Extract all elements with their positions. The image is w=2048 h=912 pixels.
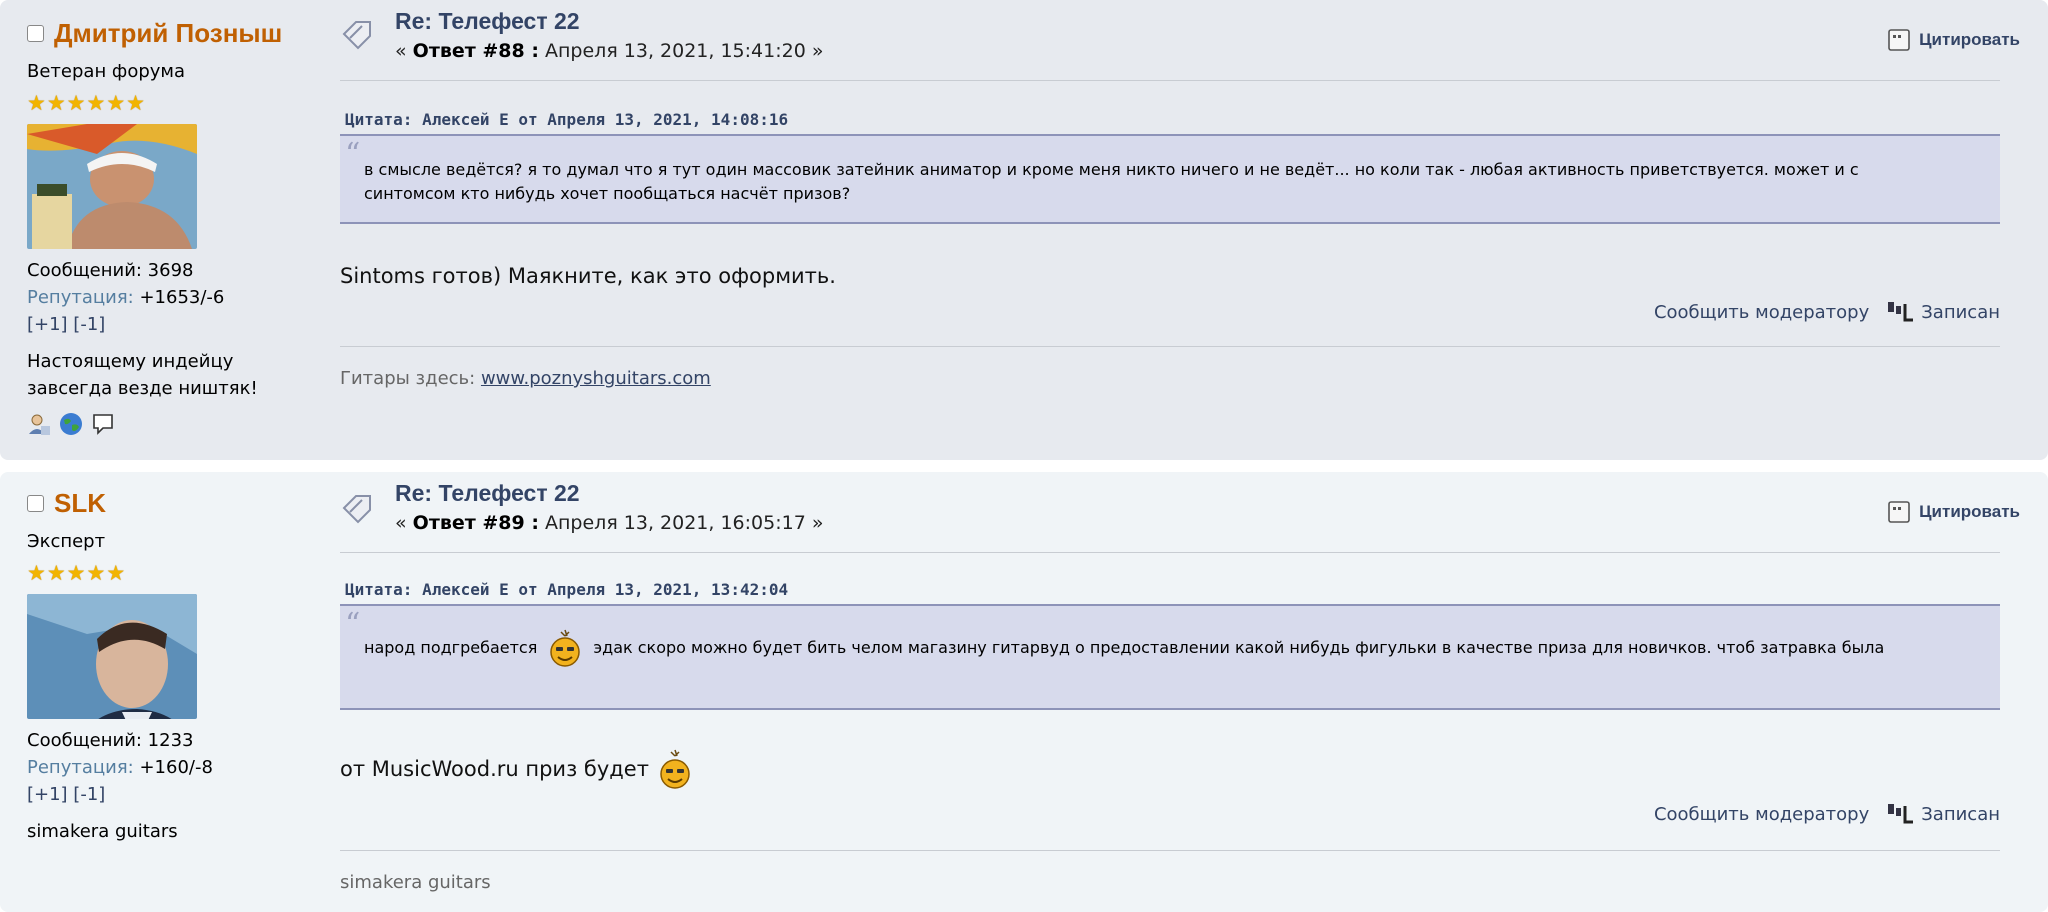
website-globe-icon[interactable] bbox=[59, 412, 83, 436]
poster-info: Дмитрий Позныш Ветеран форума ★ ★ ★ ★ ★ … bbox=[27, 18, 327, 436]
quote-mark-icon: “ bbox=[345, 607, 361, 642]
signature-divider bbox=[340, 346, 2000, 347]
star-icon: ★ bbox=[86, 91, 106, 115]
star-icon: ★ bbox=[27, 561, 46, 585]
quote-mark-icon: “ bbox=[345, 137, 361, 172]
ip-logged-icon bbox=[1888, 804, 1914, 824]
signature-link[interactable]: www.poznyshguitars.com bbox=[481, 368, 711, 389]
member-rank: Эксперт bbox=[27, 531, 106, 552]
post-content: Re: Телефест 22 « Ответ #88 : Апреля 13,… bbox=[340, 0, 2020, 460]
reply-number[interactable]: Ответ #89 : bbox=[413, 512, 539, 534]
member-rank: Ветеран форума bbox=[27, 61, 186, 82]
reputation-vote-links[interactable]: [+1] [-1] bbox=[27, 781, 327, 808]
post-actions: Сообщить модератору Записан bbox=[1654, 300, 2000, 324]
reputation: Репутация: +160/-8 bbox=[27, 757, 213, 778]
author-name[interactable]: Дмитрий Позныш bbox=[54, 18, 282, 49]
quote-header[interactable]: Цитата: Алексей Е от Апреля 13, 2021, 14… bbox=[345, 110, 788, 129]
star-icon: ★ bbox=[27, 91, 46, 115]
topic-xx-icon bbox=[342, 21, 371, 50]
signature: simakera guitars bbox=[340, 872, 491, 893]
smiley-icon bbox=[660, 749, 690, 789]
avatar[interactable] bbox=[27, 124, 197, 249]
report-to-moderator-link[interactable]: Сообщить модератору bbox=[1654, 804, 1869, 825]
personal-text: simakera guitars bbox=[27, 821, 178, 842]
saved-indicator: Записан bbox=[1887, 802, 2000, 826]
star-icon: ★ bbox=[46, 561, 66, 585]
rank-stars: ★ ★ ★ ★ ★ ★ bbox=[27, 92, 327, 114]
saved-indicator: Записан bbox=[1887, 300, 2000, 324]
avatar[interactable] bbox=[27, 594, 197, 719]
quote-icon bbox=[1888, 29, 1910, 51]
select-checkbox[interactable] bbox=[27, 495, 44, 512]
reply-number[interactable]: Ответ #88 : bbox=[413, 40, 539, 62]
blockquote: “ в смысле ведётся? я то думал что я тут… bbox=[340, 134, 2000, 224]
quote-text: эдак скоро можно будет бить челом магази… bbox=[593, 638, 1885, 657]
post-actions: Сообщить модератору Записан bbox=[1654, 802, 2000, 826]
personal-text: Настоящему индейцу bbox=[27, 351, 234, 372]
star-icon: ★ bbox=[66, 561, 86, 585]
personal-message-icon[interactable] bbox=[91, 412, 115, 436]
post-88: Дмитрий Позныш Ветеран форума ★ ★ ★ ★ ★ … bbox=[0, 0, 2048, 460]
star-icon: ★ bbox=[46, 91, 66, 115]
star-icon: ★ bbox=[106, 561, 126, 585]
rank-stars: ★ ★ ★ ★ ★ bbox=[27, 562, 327, 584]
author-name[interactable]: SLK bbox=[54, 488, 106, 519]
divider bbox=[340, 80, 2000, 81]
quote-text: синтомсом кто нибудь хочет пообщаться на… bbox=[364, 184, 851, 203]
star-icon: ★ bbox=[106, 91, 126, 115]
poster-info: SLK Эксперт ★ ★ ★ ★ ★ Сообщений: 1233 Ре… bbox=[27, 488, 327, 845]
post-body: от MusicWood.ru приз будет bbox=[340, 748, 693, 790]
personal-text: завсегда везде ништяк! bbox=[27, 378, 258, 399]
post-body: Sintoms готов) Маякните, как это оформит… bbox=[340, 264, 836, 288]
quote-header[interactable]: Цитата: Алексей Е от Апреля 13, 2021, 13… bbox=[345, 580, 788, 599]
select-checkbox[interactable] bbox=[27, 25, 44, 42]
profile-icon[interactable] bbox=[27, 412, 51, 436]
ip-logged-icon bbox=[1888, 302, 1914, 322]
report-to-moderator-link[interactable]: Сообщить модератору bbox=[1654, 302, 1869, 323]
divider bbox=[340, 552, 2000, 553]
smiley-icon bbox=[550, 629, 581, 667]
star-icon: ★ bbox=[66, 91, 86, 115]
post-meta: « Ответ #88 : Апреля 13, 2021, 15:41:20 … bbox=[395, 40, 824, 62]
message-count: Сообщений: 3698 bbox=[27, 260, 194, 281]
post-title[interactable]: Re: Телефест 22 bbox=[395, 480, 580, 507]
star-icon: ★ bbox=[86, 561, 106, 585]
reputation-vote-links[interactable]: [+1] [-1] bbox=[27, 311, 327, 338]
topic-xx-icon bbox=[342, 495, 371, 524]
blockquote: “ народ подгребается эдак скоро можно бу… bbox=[340, 604, 2000, 710]
reputation: Репутация: +1653/-6 bbox=[27, 287, 225, 308]
quote-text: народ подгребается bbox=[364, 638, 538, 657]
post-meta: « Ответ #89 : Апреля 13, 2021, 16:05:17 … bbox=[395, 512, 824, 534]
quote-icon bbox=[1888, 501, 1910, 523]
post-title[interactable]: Re: Телефест 22 bbox=[395, 8, 580, 35]
post-content: Re: Телефест 22 « Ответ #89 : Апреля 13,… bbox=[340, 472, 2020, 912]
signature-divider bbox=[340, 850, 2000, 851]
star-icon: ★ bbox=[126, 91, 145, 115]
signature: Гитары здесь: www.poznyshguitars.com bbox=[340, 368, 711, 389]
quote-button[interactable]: Цитировать bbox=[1887, 500, 2020, 524]
quote-button[interactable]: Цитировать bbox=[1887, 28, 2020, 52]
message-count: Сообщений: 1233 bbox=[27, 730, 194, 751]
post-89: SLK Эксперт ★ ★ ★ ★ ★ Сообщений: 1233 Ре… bbox=[0, 472, 2048, 912]
quote-text: в смысле ведётся? я то думал что я тут о… bbox=[364, 160, 1859, 179]
